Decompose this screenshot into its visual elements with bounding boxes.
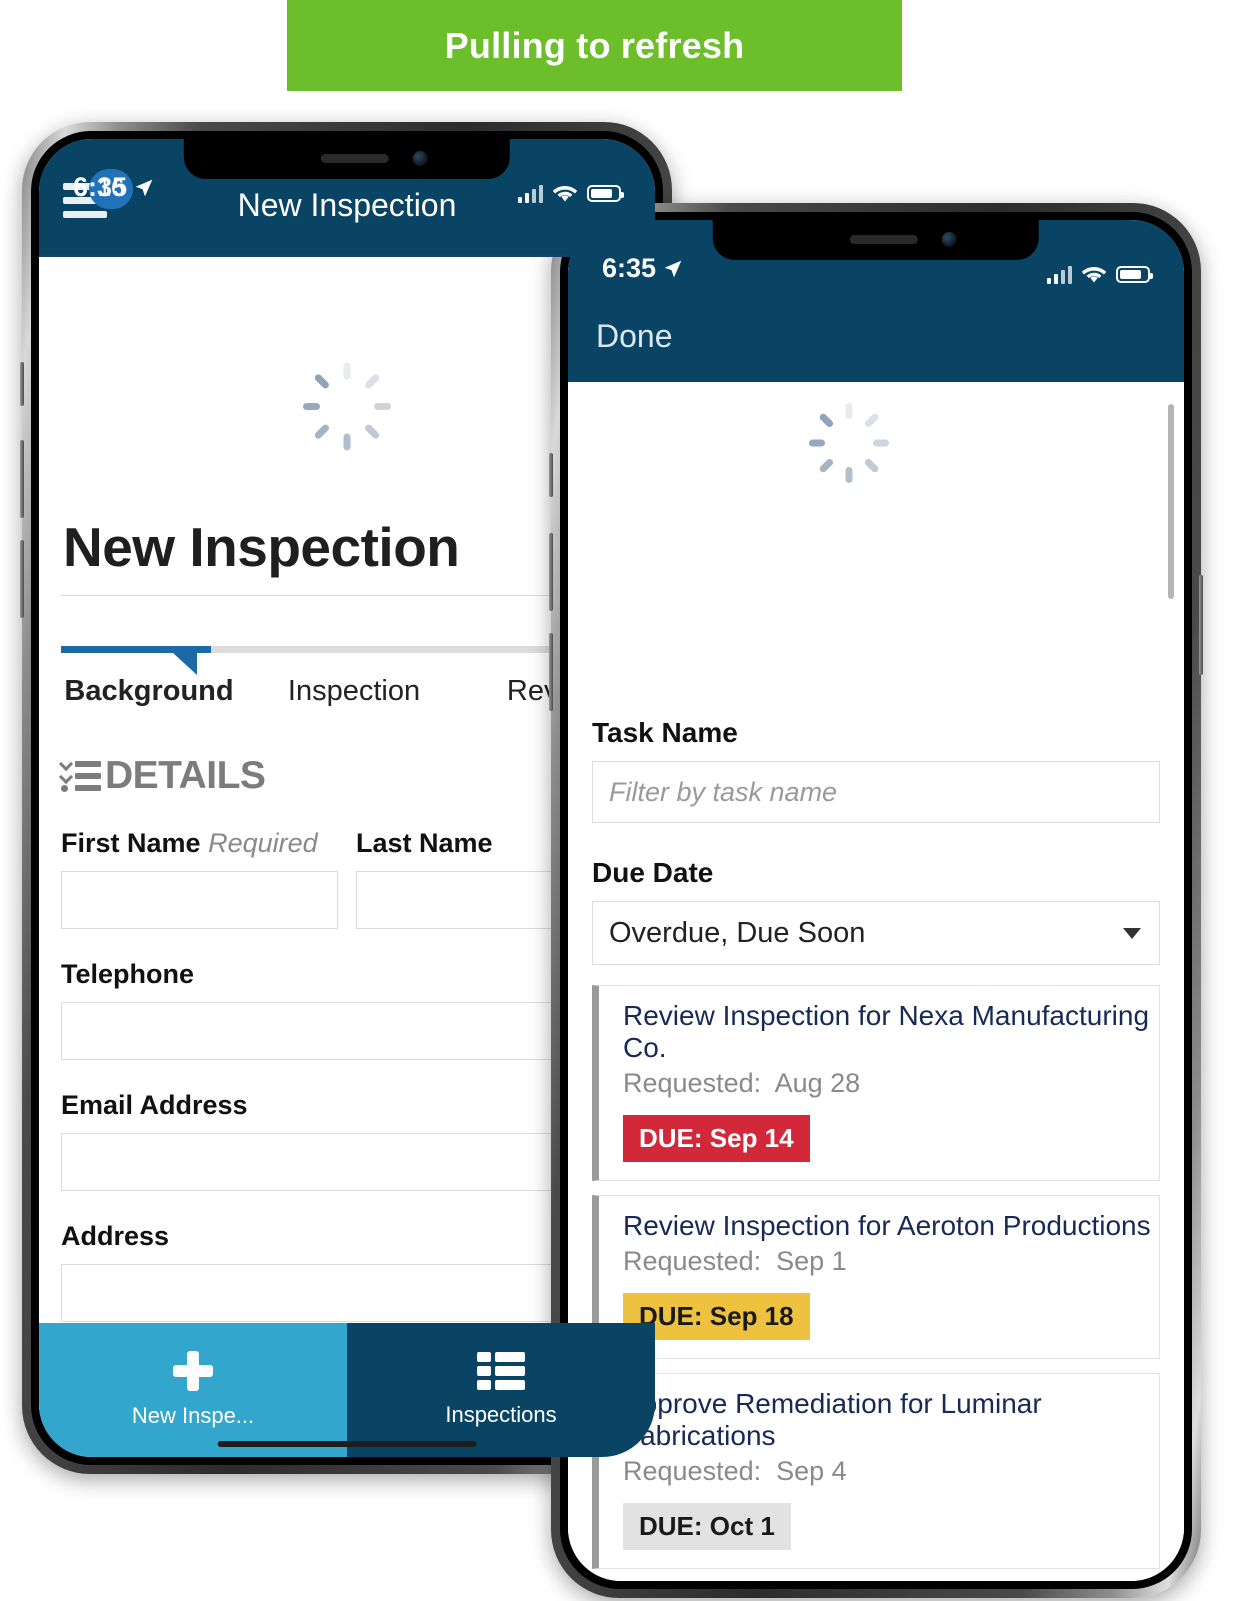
volume-up-button[interactable] <box>549 533 553 611</box>
task-filters: Task Name Filter by task name Due Date O… <box>568 717 1184 965</box>
due-date-label: Due Date <box>592 857 714 888</box>
email-input[interactable] <box>61 1133 633 1191</box>
home-indicator[interactable] <box>217 1441 477 1447</box>
step-progress-fill <box>61 646 211 653</box>
menu-bar-3 <box>63 211 107 218</box>
task-requested-label: Requested: <box>623 1068 762 1098</box>
address-label: Address <box>61 1221 170 1251</box>
phone-notch <box>183 139 511 179</box>
volume-down-button[interactable] <box>549 633 553 711</box>
task-list: Review Inspection for Nexa Manufacturing… <box>568 965 1184 1581</box>
earpiece-speaker <box>320 154 389 163</box>
mute-switch[interactable] <box>549 453 553 497</box>
first-name-label: First Name Required <box>61 828 338 859</box>
task-requested: Requested: Aug 28 <box>623 1068 1159 1099</box>
task-title: Review Inspection for Nexa Manufacturing… <box>623 1000 1150 1063</box>
status-indicators <box>1046 265 1153 284</box>
wifi-icon <box>552 186 578 202</box>
power-button[interactable] <box>1199 575 1203 675</box>
location-arrow-icon <box>135 179 153 196</box>
checklist-icon <box>58 756 101 793</box>
task-requested-label: Requested: <box>623 1246 762 1276</box>
scrollbar-thumb[interactable] <box>1168 404 1174 599</box>
due-date-select[interactable]: Overdue, Due Soon <box>592 901 1160 965</box>
plus-icon <box>173 1351 213 1391</box>
due-date-selected-value: Overdue, Due Soon <box>609 916 866 949</box>
task-requested-date: Sep 4 <box>776 1456 847 1486</box>
heading-divider <box>61 595 633 596</box>
front-camera <box>941 232 957 247</box>
done-button[interactable]: Done <box>596 318 673 355</box>
bottom-tab-bar: New Inspe... Inspections <box>39 1323 655 1457</box>
location-arrow-icon <box>664 260 682 277</box>
address-field-group: Address <box>61 1221 633 1322</box>
first-name-label-text: First Name <box>61 828 201 858</box>
spinner-icon <box>809 402 889 483</box>
status-time-group: 6:35 <box>602 253 683 284</box>
task-requested: Requested: Sep 4 <box>623 1456 1159 1487</box>
status-time: 6:35 <box>602 253 657 283</box>
filter-spacer <box>592 823 1160 857</box>
email-label: Email Address <box>61 1090 248 1120</box>
address-input[interactable] <box>61 1264 633 1322</box>
mute-switch[interactable] <box>20 362 24 406</box>
banner-label: Pulling to refresh <box>444 24 745 66</box>
task-card[interactable]: Review Inspection for Nexa Manufacturing… <box>592 985 1160 1181</box>
screenshot-stage: Pulling to refresh 6:35 New Inspection 1… <box>0 0 1241 1601</box>
tab-background[interactable]: Background <box>39 675 259 708</box>
task-due-badge: DUE: Oct 1 <box>623 1503 791 1550</box>
task-title: Review Inspection for Aeroton Production… <box>623 1210 1151 1241</box>
telephone-field-group: Telephone <box>61 959 633 1060</box>
tab-new-inspection-label: New Inspe... <box>131 1403 255 1428</box>
first-name-required-hint: Required <box>208 828 318 858</box>
telephone-label: Telephone <box>61 959 195 989</box>
volume-down-button[interactable] <box>20 540 24 618</box>
details-section-title: DETAILS <box>105 754 266 797</box>
cellular-bars-icon <box>1046 265 1072 284</box>
list-icon <box>477 1352 525 1390</box>
first-name-input[interactable] <box>61 871 338 929</box>
status-time-group: 6:35 <box>73 172 154 203</box>
task-title: Approve Remediation for Luminar Fabricat… <box>623 1388 1042 1451</box>
first-name-field-group: First Name Required <box>61 828 338 929</box>
tab-inspections-label: Inspections <box>445 1402 557 1427</box>
email-field-group: Email Address <box>61 1090 633 1191</box>
task-card[interactable]: Review Inspection for Aeroton Production… <box>592 1195 1160 1359</box>
chevron-down-icon <box>1123 927 1141 939</box>
tab-new-inspection[interactable]: New Inspe... <box>39 1323 347 1457</box>
phone-screen-right: 6:35 Done Task Name Filter by task name … <box>568 220 1184 1581</box>
task-requested-date: Sep 1 <box>776 1246 847 1276</box>
task-requested-date: Aug 28 <box>774 1068 861 1098</box>
phone-notch <box>712 220 1040 260</box>
status-indicators <box>517 184 624 203</box>
earpiece-speaker <box>849 235 918 244</box>
task-requested-label: Requested: <box>623 1456 762 1486</box>
task-card[interactable]: Approve Remediation for Luminar Fabricat… <box>592 1373 1160 1569</box>
spinner-icon <box>303 361 391 451</box>
pull-to-refresh-banner: Pulling to refresh <box>287 0 902 91</box>
tab-inspections[interactable]: Inspections <box>347 1323 655 1457</box>
telephone-input[interactable] <box>61 1002 633 1060</box>
volume-up-button[interactable] <box>20 440 24 518</box>
status-time: 6:35 <box>73 172 128 202</box>
task-name-label: Task Name <box>592 717 738 748</box>
step-active-marker <box>173 653 197 675</box>
task-requested: Requested: Sep 1 <box>623 1246 1159 1277</box>
step-progress-track <box>61 646 633 675</box>
task-name-input[interactable]: Filter by task name <box>592 761 1160 823</box>
battery-icon <box>587 185 624 202</box>
cellular-bars-icon <box>517 184 543 203</box>
front-camera <box>412 151 428 166</box>
battery-icon <box>1116 266 1153 283</box>
wifi-icon <box>1081 267 1107 283</box>
task-list-scroll-area[interactable]: Task Name Filter by task name Due Date O… <box>568 382 1184 1581</box>
tab-inspection[interactable]: Inspection <box>259 675 449 708</box>
task-due-badge: DUE: Sep 14 <box>623 1115 810 1162</box>
